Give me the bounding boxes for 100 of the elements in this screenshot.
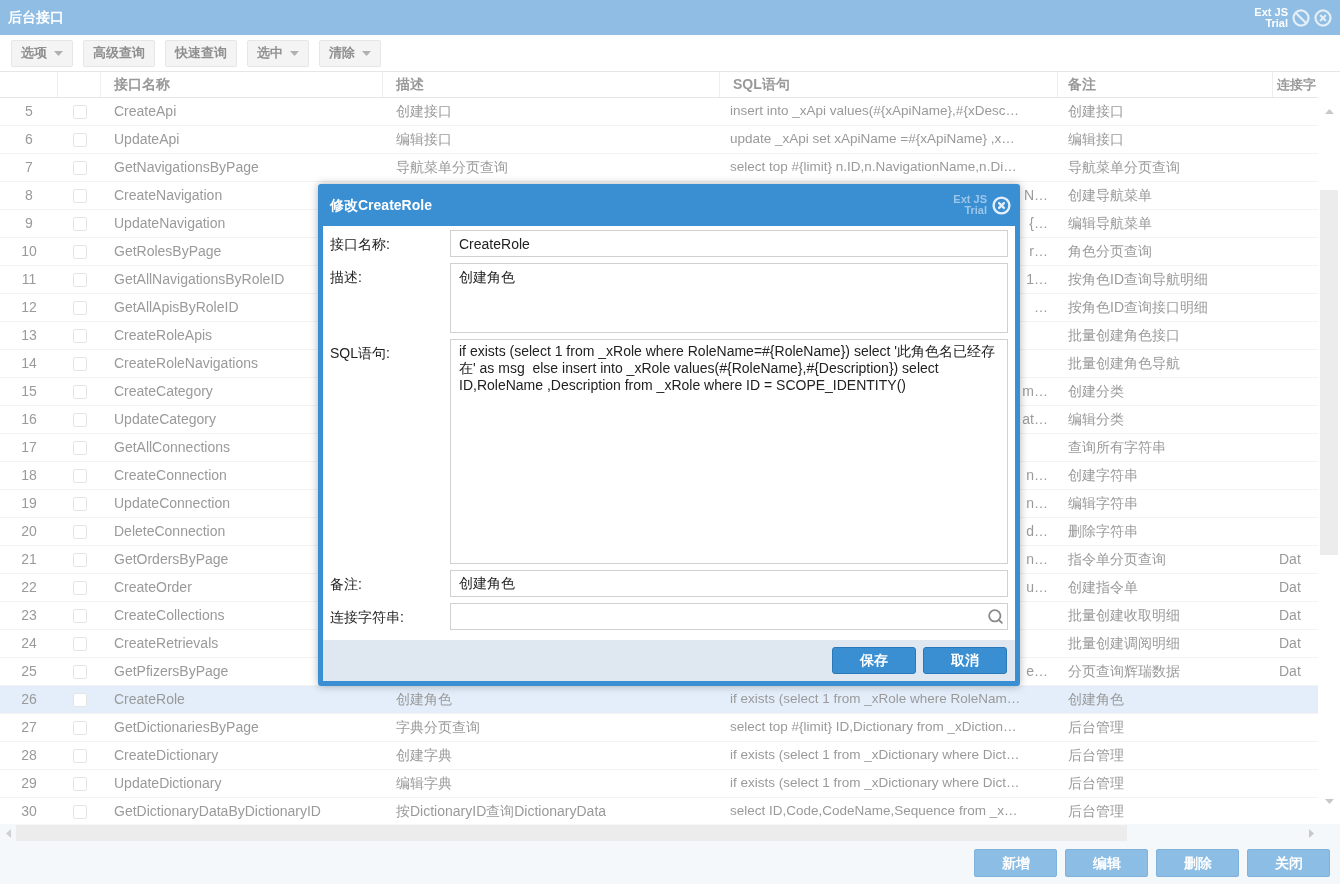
table-cell: GetAllConnections — [114, 439, 230, 455]
table-cell: GetAllApisByRoleID — [114, 299, 239, 315]
field-label: 连接字符串: — [330, 608, 404, 627]
table-cell: 创建导航菜单 — [1068, 187, 1152, 203]
table-cell: GetRolesByPage — [114, 243, 222, 259]
row-number: 24 — [20, 634, 38, 653]
table-cell: UpdateCategory — [114, 411, 216, 427]
field-label: SQL语句: — [330, 344, 390, 363]
table-cell: 编辑接口 — [1068, 131, 1124, 147]
table-cell: 创建接口 — [1068, 103, 1124, 119]
table-cell: 查询所有字符串 — [1068, 439, 1166, 455]
table-cell: 导航菜单分页查询 — [1068, 159, 1180, 175]
table-cell: CreateApi — [114, 103, 177, 119]
table-cell-text: at… — [1022, 410, 1048, 429]
table-cell: Dat — [1279, 607, 1301, 623]
table-cell: GetOrdersByPage — [114, 551, 229, 567]
table-cell: Dat — [1279, 579, 1301, 595]
table-cell-text: select top #{limit} ID,Dictionary from _xDiction… — [730, 718, 1017, 737]
table-cell-text: if exists (select 1 from _xRole where RoleNam… — [730, 690, 1021, 709]
table-cell-text: insert into _xApi values(#{xApiName},#{xDesc… — [730, 102, 1019, 121]
table-cell: 编辑分类 — [1068, 411, 1124, 427]
table-cell: CreateNavigation — [114, 187, 223, 203]
table-cell: 创建分类 — [1068, 383, 1124, 399]
row-number: 12 — [20, 298, 38, 317]
window-title: 后台接口 — [8, 8, 64, 27]
row-number: 27 — [20, 718, 38, 737]
field-label: 备注: — [330, 575, 362, 594]
table-cell: 后台管理 — [1068, 803, 1124, 819]
table-cell: GetDictionariesByPage — [114, 719, 259, 735]
table-cell-text: select top #{limit} n.ID,n.NavigationName,n.Di… — [730, 158, 1017, 177]
table-cell: 导航菜单分页查询 — [396, 159, 508, 175]
row-number: 17 — [20, 438, 38, 457]
table-cell: GetDictionaryDataByDictionaryID — [114, 803, 321, 819]
table-cell: UpdateConnection — [114, 495, 230, 511]
table-cell: GetAllNavigationsByRoleID — [114, 271, 285, 287]
table-cell: 按角色ID查询导航明细 — [1068, 271, 1208, 287]
table-cell-text: n… — [1026, 550, 1048, 569]
table-cell: 创建指令单 — [1068, 579, 1138, 595]
table-cell: 批量创建角色接口 — [1068, 327, 1180, 343]
field-label: 描述: — [330, 268, 362, 287]
table-cell: 后台管理 — [1068, 775, 1124, 791]
table-cell: 按DictionaryID查询DictionaryData — [396, 803, 607, 819]
trial-label: Ext JS — [1254, 6, 1288, 18]
table-cell-text: r… — [1029, 242, 1048, 261]
table-cell: GetNavigationsByPage — [114, 159, 259, 175]
table-cell: CreateRetrievals — [114, 635, 219, 651]
row-number: 16 — [20, 410, 38, 429]
table-cell-text: 1… — [1026, 270, 1048, 289]
table-cell: 创建角色 — [396, 691, 452, 707]
table-cell: 后台管理 — [1068, 747, 1124, 763]
row-number: 26 — [20, 690, 38, 709]
row-number: 11 — [20, 270, 38, 289]
table-cell: CreateRole — [114, 691, 185, 707]
table-cell: DeleteConnection — [114, 523, 226, 539]
table-cell: 编辑接口 — [396, 131, 452, 147]
table-cell-text: n… — [1026, 466, 1048, 485]
row-number: 8 — [24, 186, 34, 205]
table-cell: CreateOrder — [114, 579, 192, 595]
table-cell: CreateCollections — [114, 607, 225, 623]
row-number: 23 — [20, 606, 38, 625]
table-cell: 编辑导航菜单 — [1068, 215, 1152, 231]
table-cell: 按角色ID查询接口明细 — [1068, 299, 1208, 315]
table-cell-text: update _xApi set xApiName =#{xApiName} ,x… — [730, 130, 1015, 149]
table-cell: CreateRoleNavigations — [114, 355, 258, 371]
table-cell: Dat — [1279, 635, 1301, 651]
row-number: 15 — [20, 382, 38, 401]
table-cell: 编辑字典 — [396, 775, 452, 791]
table-cell: CreateRoleApis — [114, 327, 213, 343]
table-cell: GetPfizersByPage — [114, 663, 229, 679]
table-cell: 字典分页查询 — [396, 719, 480, 735]
table-cell-text: {… — [1029, 214, 1048, 233]
row-number: 19 — [20, 494, 38, 513]
row-number: 28 — [20, 746, 38, 765]
table-cell: 创建字典 — [396, 747, 452, 763]
row-number: 18 — [20, 466, 38, 485]
table-cell: 批量创建收取明细 — [1068, 607, 1180, 623]
table-cell: CreateDictionary — [114, 747, 219, 763]
table-cell-text: select ID,Code,CodeName,Sequence from _x… — [730, 802, 1018, 821]
table-cell: UpdateApi — [114, 131, 180, 147]
row-number: 29 — [20, 774, 38, 793]
trial-label: Trial — [1265, 17, 1288, 29]
table-cell: UpdateDictionary — [114, 775, 222, 791]
row-number: 10 — [20, 242, 38, 261]
table-cell: 编辑字符串 — [1068, 495, 1138, 511]
table-cell: 创建角色 — [1068, 691, 1124, 707]
table-cell: 删除字符串 — [1068, 523, 1138, 539]
table-cell: 创建字符串 — [1068, 467, 1138, 483]
table-cell-text: N… — [1023, 186, 1048, 205]
table-cell: UpdateNavigation — [114, 215, 226, 231]
row-number: 22 — [20, 578, 38, 597]
table-cell: 角色分页查询 — [1068, 243, 1152, 259]
table-cell-text: e… — [1026, 662, 1048, 681]
table-cell: Dat — [1279, 551, 1301, 567]
row-number: 25 — [20, 662, 38, 681]
field-label: 接口名称: — [330, 235, 390, 254]
row-number: 14 — [20, 354, 38, 373]
row-number: 7 — [24, 158, 34, 177]
table-cell-text: if exists (select 1 from _xDictionary where Dict… — [730, 746, 1020, 765]
table-cell-text: d… — [1026, 522, 1048, 541]
table-cell: 创建接口 — [396, 103, 452, 119]
